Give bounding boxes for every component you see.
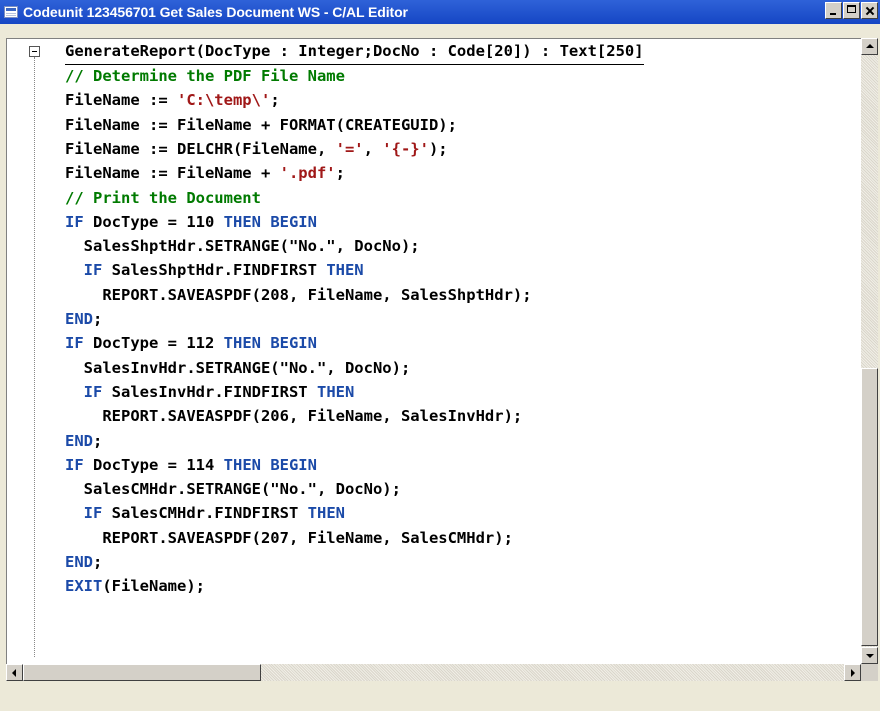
code-line[interactable]: IF SalesShptHdr.FINDFIRST THEN: [65, 258, 364, 282]
code-line[interactable]: FileName := 'C:\temp\';: [65, 88, 280, 112]
code-token: SalesInvHdr.SETRANGE("No.", DocNo);: [65, 358, 411, 377]
keyword-token: END: [65, 431, 93, 450]
code-line[interactable]: REPORT.SAVEASPDF(206, FileName, SalesInv…: [65, 404, 522, 428]
keyword-token: IF: [65, 334, 84, 353]
left-arrow-icon: [12, 669, 16, 677]
up-arrow-icon: [866, 44, 874, 48]
right-arrow-icon: [851, 669, 855, 677]
code-editor[interactable]: GenerateReport(DocType : Integer;DocNo :…: [6, 38, 862, 664]
code-line[interactable]: END;: [65, 307, 102, 331]
code-line[interactable]: FileName := DELCHR(FileName, '=', '{-}')…: [65, 137, 448, 161]
code-token: SalesShptHdr.SETRANGE("No.", DocNo);: [65, 237, 420, 256]
code-line[interactable]: EXIT(FileName);: [65, 574, 205, 598]
collapse-toggle-icon[interactable]: [29, 46, 40, 57]
code-line[interactable]: IF SalesInvHdr.FINDFIRST THEN: [65, 380, 355, 404]
code-line[interactable]: END;: [65, 550, 102, 574]
vertical-scroll-thumb[interactable]: [861, 368, 878, 646]
keyword-token: IF: [65, 455, 84, 474]
keyword-token: IF: [83, 261, 103, 280]
code-line[interactable]: REPORT.SAVEASPDF(207, FileName, SalesCMH…: [65, 526, 513, 550]
code-token: REPORT.SAVEASPDF(206, FileName, SalesInv…: [65, 407, 523, 426]
code-line[interactable]: // Determine the PDF File Name: [65, 64, 345, 88]
code-token: ;: [335, 164, 345, 183]
code-token: FileName := DELCHR(FileName,: [65, 139, 336, 158]
code-token: DocType = 112: [83, 334, 224, 353]
comment-token: // Determine the PDF File Name: [65, 67, 345, 85]
window-controls: [824, 2, 878, 19]
code-line[interactable]: END;: [65, 429, 102, 453]
horizontal-scroll-thumb[interactable]: [23, 664, 261, 681]
string-token: 'C:\temp\': [176, 91, 271, 110]
scroll-left-button[interactable]: [6, 664, 23, 681]
keyword-token: IF: [83, 382, 103, 401]
window-title: Codeunit 123456701 Get Sales Document WS…: [23, 4, 408, 20]
code-token: );: [428, 139, 448, 158]
scroll-up-button[interactable]: [861, 38, 878, 55]
minimize-button[interactable]: [825, 2, 842, 19]
code-token: REPORT.SAVEASPDF(208, FileName, SalesShp…: [65, 285, 532, 304]
code-token: FileName := FileName + FORMAT(CREATEGUID…: [65, 115, 457, 134]
code-line[interactable]: FileName := FileName + '.pdf';: [65, 161, 345, 185]
fold-guide-line: [34, 57, 36, 657]
keyword-token: EXIT: [65, 577, 103, 596]
down-arrow-icon: [866, 654, 874, 658]
keyword-token: END: [65, 310, 93, 328]
code-line[interactable]: SalesInvHdr.SETRANGE("No.", DocNo);: [65, 356, 411, 380]
keyword-token: THEN BEGIN: [223, 334, 317, 353]
horizontal-scrollbar[interactable]: [6, 664, 861, 681]
code-token: ;: [93, 310, 103, 328]
code-token: SalesShptHdr.FINDFIRST: [102, 261, 327, 280]
code-token: ;: [93, 431, 103, 450]
code-token: FileName := FileName +: [65, 164, 280, 183]
keyword-token: IF: [65, 212, 84, 231]
scrollbar-corner: [861, 664, 878, 681]
code-line[interactable]: IF DocType = 114 THEN BEGIN: [65, 453, 317, 477]
title-bar[interactable]: Codeunit 123456701 Get Sales Document WS…: [0, 0, 880, 24]
scroll-right-button[interactable]: [844, 664, 861, 681]
vertical-scrollbar[interactable]: [861, 38, 878, 664]
keyword-token: END: [65, 553, 93, 571]
string-token: '{-}': [382, 139, 429, 158]
code-token: DocType = 114: [83, 455, 224, 474]
keyword-token: THEN BEGIN: [223, 212, 317, 231]
code-token: SalesInvHdr.FINDFIRST: [102, 382, 317, 401]
code-token: ;: [270, 91, 280, 110]
comment-token: // Print the Document: [65, 188, 261, 207]
code-line[interactable]: IF SalesCMHdr.FINDFIRST THEN: [65, 501, 345, 525]
code-line[interactable]: FileName := FileName + FORMAT(CREATEGUID…: [65, 113, 457, 137]
function-signature[interactable]: GenerateReport(DocType : Integer;DocNo :…: [65, 40, 644, 65]
string-token: '.pdf': [279, 164, 336, 183]
scroll-down-button[interactable]: [861, 647, 878, 664]
keyword-token: THEN: [307, 504, 345, 523]
code-line[interactable]: SalesShptHdr.SETRANGE("No.", DocNo);: [65, 234, 420, 258]
code-token: SalesCMHdr.SETRANGE("No.", DocNo);: [65, 480, 401, 499]
table-icon: [4, 6, 18, 18]
maximize-button[interactable]: [843, 2, 860, 19]
code-line[interactable]: REPORT.SAVEASPDF(208, FileName, SalesShp…: [65, 283, 532, 307]
code-line[interactable]: SalesCMHdr.SETRANGE("No.", DocNo);: [65, 477, 401, 501]
keyword-token: THEN: [316, 382, 355, 401]
keyword-token: THEN BEGIN: [223, 455, 317, 474]
code-token: REPORT.SAVEASPDF(207, FileName, SalesCMH…: [65, 528, 513, 547]
code-token: ,: [363, 139, 383, 158]
string-token: '=': [335, 139, 364, 158]
keyword-token: THEN: [326, 261, 364, 280]
code-line[interactable]: // Print the Document: [65, 186, 261, 210]
code-line[interactable]: IF DocType = 110 THEN BEGIN: [65, 210, 317, 234]
code-token: ;: [93, 553, 103, 571]
code-token: SalesCMHdr.FINDFIRST: [102, 504, 308, 523]
keyword-token: IF: [83, 504, 103, 523]
code-token: (FileName);: [102, 577, 205, 596]
code-token: FileName :=: [65, 91, 177, 110]
close-button[interactable]: [861, 2, 878, 19]
code-token: DocType = 110: [83, 212, 224, 231]
code-line[interactable]: IF DocType = 112 THEN BEGIN: [65, 331, 317, 355]
